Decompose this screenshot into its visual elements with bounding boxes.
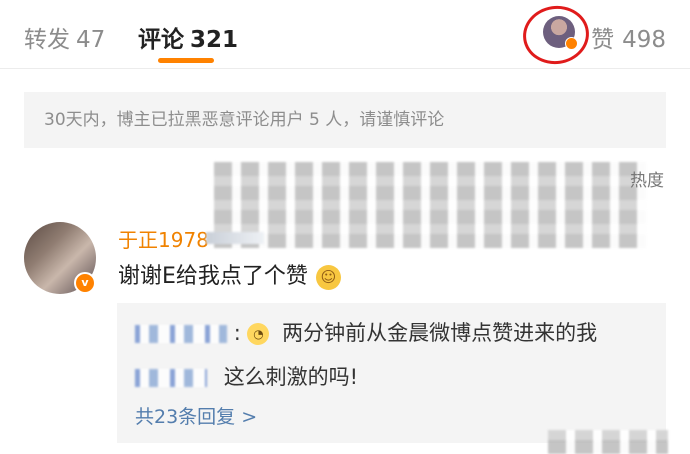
active-tab-indicator — [158, 58, 214, 63]
likes-label: 赞 — [591, 27, 615, 53]
eye-roll-emoji-icon: ◔ — [247, 323, 270, 345]
blurred-area-header — [214, 162, 646, 248]
sort-option[interactable]: 热度 — [630, 166, 664, 191]
commenter-name[interactable]: 于正1978 — [118, 224, 209, 253]
comment-text-value: 谢谢E给我点了个赞 — [118, 264, 308, 289]
blurred-reply-username-2 — [135, 369, 207, 387]
tab-comments[interactable]: 评论 321 — [138, 20, 238, 54]
verified-badge-icon: v — [74, 272, 96, 294]
tab-reposts-count: 47 — [76, 27, 106, 53]
reply-line-2: 这么刺激的吗! — [135, 361, 648, 405]
tab-reposts[interactable]: 转发 47 — [24, 20, 105, 54]
tab-bar: 转发 47 评论 321 赞 498 — [0, 0, 690, 69]
thinking-face-icon: ☺ — [315, 264, 341, 290]
reply-colon: : — [233, 321, 241, 345]
tab-reposts-label: 转发 — [24, 27, 70, 53]
tab-likes[interactable]: 赞 498 — [591, 20, 666, 54]
tab-comments-count: 321 — [190, 27, 239, 53]
blurred-reply-username[interactable] — [135, 325, 227, 343]
blurred-area-footer — [548, 430, 668, 454]
blurred-user-info — [206, 232, 264, 244]
reply-text-line1: 两分钟前从金晨微博点赞进来的我 — [282, 321, 598, 345]
highlight-circle — [519, 1, 593, 69]
comment-text: 谢谢E给我点了个赞 ☺ — [118, 258, 341, 290]
view-more-replies-link[interactable]: 共23条回复 > — [135, 402, 257, 429]
reply-text-line2: 这么刺激的吗! — [223, 365, 359, 389]
reply-line-1: : ◔ 两分钟前从金晨微博点赞进来的我 — [135, 317, 648, 361]
moderation-notice: 30天内，博主已拉黑恶意评论用户 5 人，请谨慎评论 — [24, 92, 666, 148]
likes-count: 498 — [622, 27, 666, 53]
tab-comments-label: 评论 — [138, 27, 184, 53]
